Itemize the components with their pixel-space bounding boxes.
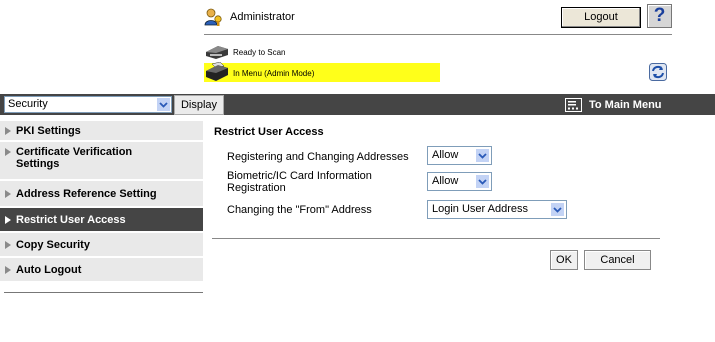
sidebar-item-pki-settings[interactable]: PKI Settings	[0, 121, 203, 141]
sidebar-item-auto-logout[interactable]: Auto Logout	[0, 258, 203, 282]
sidebar-item-address-reference[interactable]: Address Reference Setting	[0, 181, 203, 207]
triangle-right-icon	[5, 148, 11, 156]
refresh-icon[interactable]	[649, 63, 667, 81]
sidebar-item-certificate-verification[interactable]: Certificate Verification Settings	[0, 142, 203, 180]
from-address-select[interactable]: Login User Address	[427, 200, 567, 219]
scan-status: Ready to Scan	[233, 48, 286, 57]
registering-addresses-select[interactable]: Allow	[427, 146, 492, 165]
user-label: Administrator	[230, 11, 295, 23]
chevron-down-icon	[476, 149, 489, 162]
chevron-down-icon	[157, 98, 170, 111]
category-select[interactable]: Security	[4, 96, 172, 113]
chevron-down-icon	[551, 203, 564, 216]
category-select-value: Security	[8, 98, 48, 110]
biometric-registration-select[interactable]: Allow	[427, 172, 492, 191]
registering-addresses-label: Registering and Changing Addresses	[227, 151, 409, 163]
main-menu-icon	[565, 98, 582, 112]
from-address-label: Changing the "From" Address	[227, 204, 372, 216]
sidebar-divider	[4, 292, 203, 293]
printer-icon	[206, 62, 228, 81]
mode-status: In Menu (Admin Mode)	[233, 69, 315, 78]
sidebar-item-label: PKI Settings	[16, 125, 81, 137]
display-button[interactable]: Display	[174, 95, 224, 115]
select-value: Allow	[432, 175, 459, 187]
help-button[interactable]: ?	[647, 4, 672, 28]
content-divider	[212, 238, 660, 239]
sidebar-item-label: Auto Logout	[16, 264, 82, 276]
cancel-button[interactable]: Cancel	[584, 250, 651, 270]
triangle-right-icon	[5, 127, 11, 135]
sidebar-item-label: Restrict User Access	[16, 214, 126, 226]
sidebar-item-restrict-user-access[interactable]: Restrict User Access	[0, 208, 203, 232]
sidebar-item-copy-security[interactable]: Copy Security	[0, 233, 203, 257]
biometric-registration-label: Biometric/IC Card Information Registrati…	[227, 170, 372, 194]
triangle-right-icon	[5, 266, 11, 274]
chevron-down-icon	[476, 175, 489, 188]
sidebar-item-label: Address Reference Setting	[16, 188, 157, 200]
triangle-right-icon	[5, 241, 11, 249]
scanner-icon	[206, 46, 228, 59]
triangle-right-icon	[5, 190, 11, 198]
sidebar-item-label: Copy Security	[16, 239, 90, 251]
main-menu-label: To Main Menu	[589, 99, 662, 111]
header-divider	[204, 34, 672, 35]
select-value: Allow	[432, 149, 459, 161]
ok-button[interactable]: OK	[550, 250, 578, 270]
logout-button[interactable]: Logout	[561, 7, 641, 28]
admin-user-icon	[204, 8, 222, 26]
page-title: Restrict User Access	[214, 126, 324, 138]
sidebar-item-label: Certificate Verification Settings	[16, 146, 133, 170]
triangle-right-icon	[5, 216, 11, 224]
select-value: Login User Address	[432, 203, 528, 215]
